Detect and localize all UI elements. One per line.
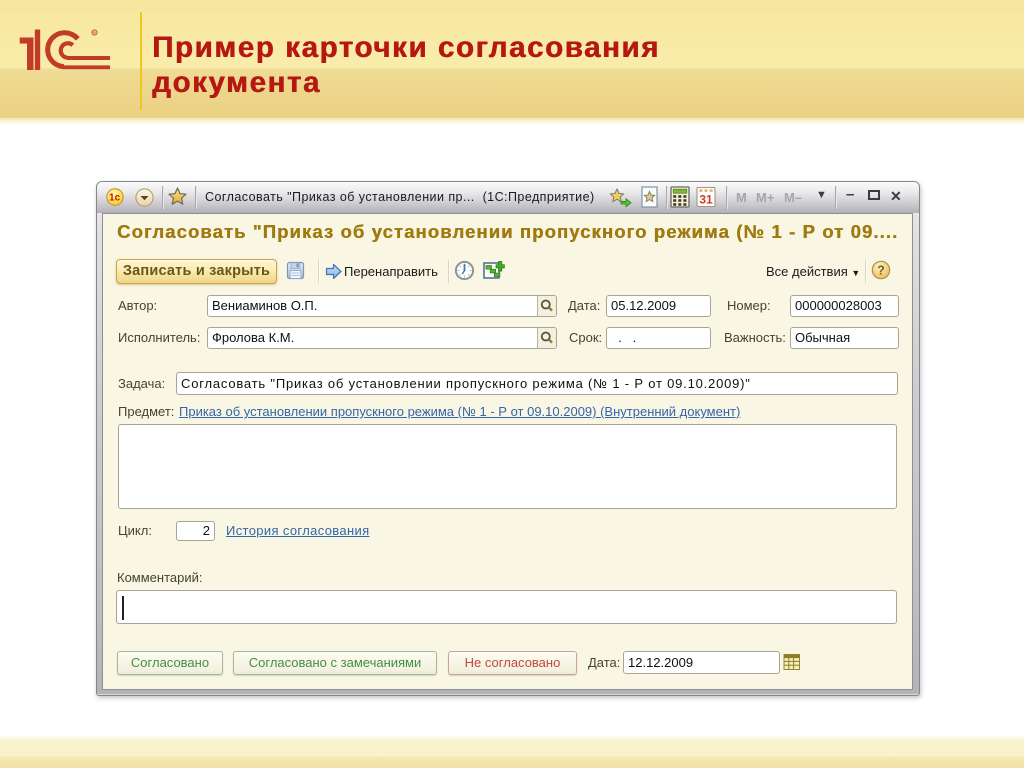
svg-text:?: ? [877, 263, 885, 277]
svg-text:1с: 1с [109, 193, 121, 204]
svg-text:31: 31 [699, 193, 713, 207]
